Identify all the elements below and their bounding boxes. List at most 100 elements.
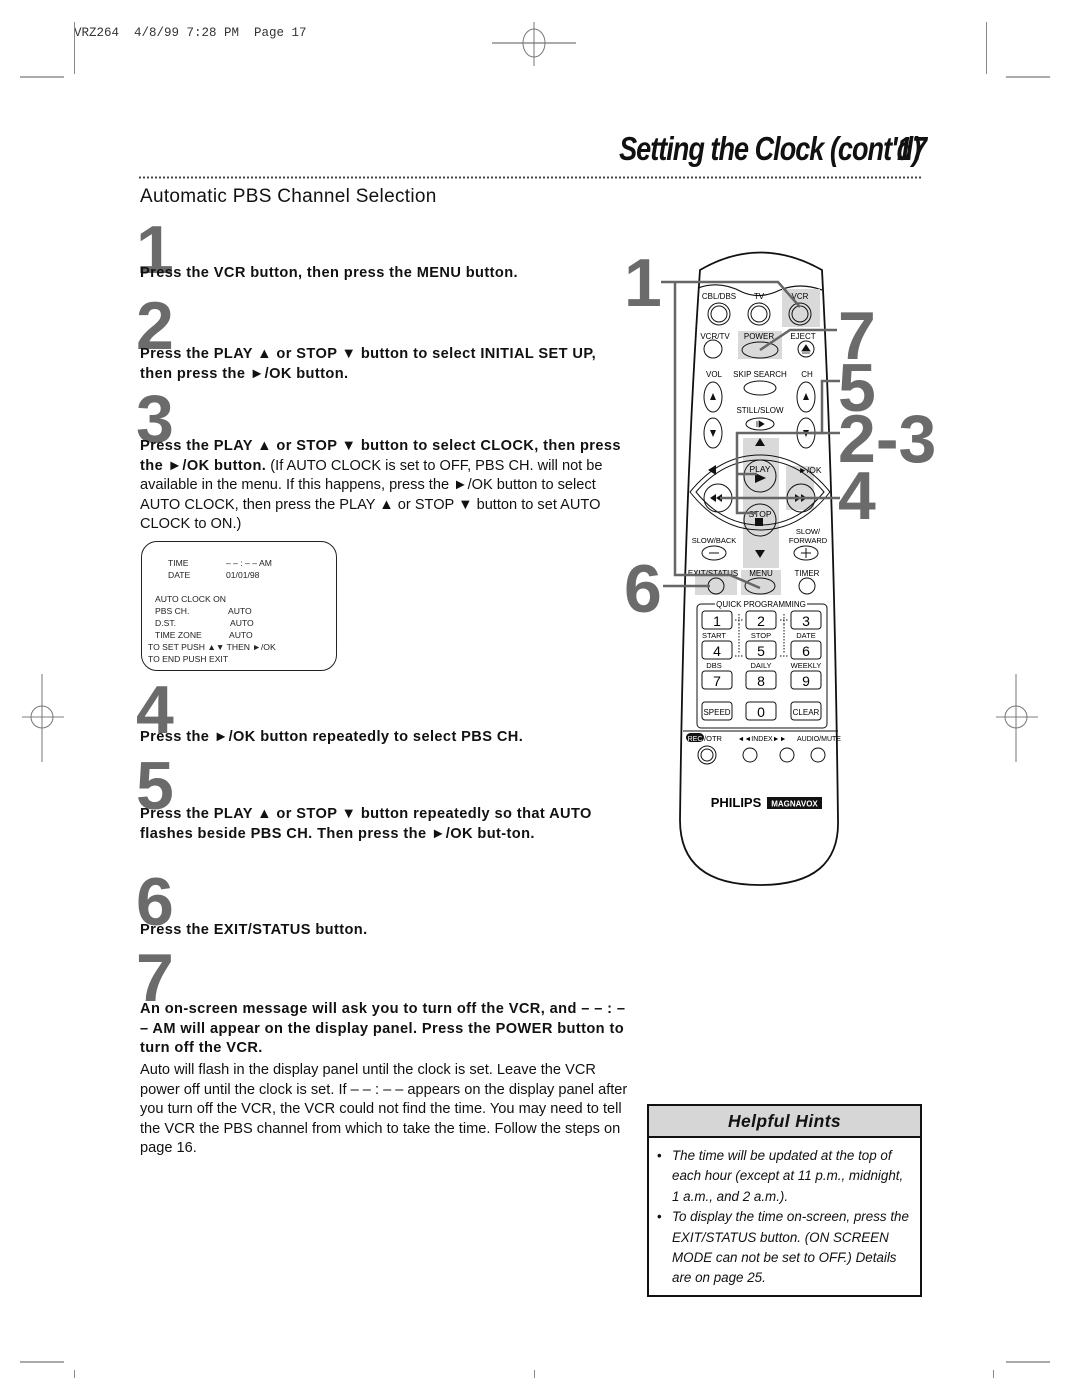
menu-time-label: TIME — [168, 558, 189, 568]
label-date: DATE — [796, 631, 815, 640]
step-text: Press the PLAY ▲ or STOP ▼ button to sel… — [140, 437, 630, 535]
label-index: ◄◄INDEX►► — [737, 736, 786, 743]
slow-forward-button[interactable] — [793, 545, 819, 561]
registration-mark-right — [996, 674, 1038, 762]
svg-text:9: 9 — [802, 673, 810, 689]
philips-logo: PHILIPS — [711, 795, 762, 810]
crop-mark — [993, 1370, 994, 1378]
crop-mark — [74, 1370, 75, 1378]
step-text: An on-screen message will ask you to tur… — [140, 1000, 630, 1059]
key-7[interactable]: 7 — [701, 670, 733, 690]
label-cbl-dbs: CBL/DBS — [702, 292, 736, 301]
label-slow-forward-1: SLOW/ — [796, 527, 821, 536]
step-bold: Press the PLAY ▲ or STOP ▼ button repeat… — [140, 806, 592, 842]
key-5[interactable]: 5 — [745, 640, 777, 660]
index-forward-button[interactable] — [779, 747, 795, 763]
timer-button[interactable] — [798, 577, 816, 595]
vcr-tv-button[interactable] — [703, 339, 723, 359]
helpful-hints-box: Helpful Hints The time will be updated a… — [647, 1104, 922, 1297]
key-8[interactable]: 8 — [745, 670, 777, 690]
key-9[interactable]: 9 — [790, 670, 822, 690]
key-4[interactable]: 4 — [701, 640, 733, 660]
label-timer: TIMER — [795, 569, 820, 578]
label-start: START — [702, 631, 726, 640]
svg-text:7: 7 — [713, 673, 721, 689]
eject-button[interactable] — [797, 340, 815, 358]
rec-otr-button[interactable] — [697, 745, 717, 765]
label-rec: REC — [688, 736, 703, 743]
step-bold: Press the VCR button, then press the MEN… — [140, 265, 518, 281]
label-stop-sub: STOP — [751, 631, 771, 640]
dotted-rule — [138, 176, 922, 179]
cbl-dbs-button[interactable] — [707, 302, 731, 326]
menu-date-label: DATE — [168, 570, 191, 580]
step-bold: An on-screen message will ask you to tur… — [140, 1001, 626, 1056]
svg-text:4: 4 — [713, 643, 721, 659]
step-text: Press the EXIT/STATUS button. — [140, 921, 630, 941]
step-bold: Press the EXIT/STATUS button. — [140, 922, 368, 938]
crop-mark — [74, 22, 75, 74]
label-tv: TV — [754, 292, 765, 301]
page-number: 17 — [897, 130, 928, 167]
magnavox-logo: MAGNAVOX — [771, 800, 818, 809]
helpful-hints-title: Helpful Hints — [649, 1106, 920, 1138]
speed-button[interactable]: SPEED — [701, 701, 733, 721]
slow-back-button[interactable] — [701, 545, 727, 561]
crop-mark — [1006, 1361, 1050, 1363]
svg-text:CLEAR: CLEAR — [793, 708, 820, 717]
svg-text:0: 0 — [757, 704, 765, 720]
label-power: POWER — [744, 332, 774, 341]
step-text: Press the ►/OK button repeatedly to sele… — [140, 728, 630, 748]
key-2[interactable]: 2 — [745, 610, 777, 630]
step-text: Press the VCR button, then press the MEN… — [140, 264, 630, 284]
crop-mark — [986, 22, 987, 74]
svg-text:SPEED: SPEED — [703, 708, 730, 717]
ch-up-button[interactable] — [796, 381, 816, 413]
callout-6: 6 — [624, 551, 662, 627]
crop-mark — [1006, 76, 1050, 78]
svg-text:3: 3 — [802, 613, 810, 629]
label-slow-back: SLOW/BACK — [692, 536, 737, 545]
label-daily: DAILY — [750, 661, 771, 670]
audio-mute-button[interactable] — [810, 747, 826, 763]
label-quick-programming: QUICK PROGRAMMING — [716, 600, 806, 609]
label-eject: EJECT — [790, 332, 815, 341]
step-text: Press the PLAY ▲ or STOP ▼ button to sel… — [140, 345, 630, 384]
menu-auto-clock: AUTO CLOCK ON — [155, 594, 226, 604]
menu-hint-set: TO SET PUSH ▲▼ THEN ►/OK — [148, 642, 276, 652]
vol-up-button[interactable] — [703, 381, 723, 413]
label-slow-forward-2: FORWARD — [789, 536, 828, 545]
label-weekly: WEEKLY — [791, 661, 822, 670]
label-ch: CH — [801, 370, 813, 379]
menu-tz-label: TIME ZONE — [155, 630, 202, 640]
key-3[interactable]: 3 — [790, 610, 822, 630]
svg-text:5: 5 — [757, 643, 765, 659]
clear-button[interactable]: CLEAR — [790, 701, 822, 721]
svg-text:1: 1 — [713, 613, 721, 629]
step-text: Press the PLAY ▲ or STOP ▼ button repeat… — [140, 805, 630, 844]
key-6[interactable]: 6 — [790, 640, 822, 660]
remote-control-illustration: CBL/DBS TV VCR VCR/TV POWER EJECT VOL SK… — [624, 245, 936, 886]
label-audio-mute: AUDIO/MUTE — [797, 736, 841, 743]
crop-mark — [20, 1361, 64, 1363]
registration-mark-left — [22, 674, 64, 762]
index-back-button[interactable] — [742, 747, 758, 763]
vol-down-button[interactable] — [703, 417, 723, 449]
step-note: Auto will flash in the display panel unt… — [140, 1062, 628, 1156]
menu-date-value: 01/01/98 — [226, 570, 260, 580]
key-0[interactable]: 0 — [745, 701, 777, 721]
still-slow-button[interactable] — [745, 417, 775, 431]
label-vol: VOL — [706, 370, 723, 379]
label-ok: ►/OK — [798, 465, 821, 475]
tv-button[interactable] — [747, 302, 771, 326]
menu-hint-end: TO END PUSH EXIT — [148, 654, 229, 664]
helpful-hints-list: The time will be updated at the top of e… — [649, 1146, 920, 1289]
callout-4: 4 — [838, 458, 876, 534]
hint-item: To display the time on-screen, press the… — [657, 1207, 912, 1289]
key-1[interactable]: 1 — [701, 610, 733, 630]
step-bold: Press the PLAY ▲ or STOP ▼ button to sel… — [140, 346, 597, 382]
menu-dst-value: AUTO — [230, 618, 254, 628]
page-title: Setting the Clock (cont'd) — [618, 130, 921, 167]
menu-time-value: – – : – – AM — [226, 558, 272, 568]
menu-dst-label: D.ST. — [155, 618, 177, 628]
